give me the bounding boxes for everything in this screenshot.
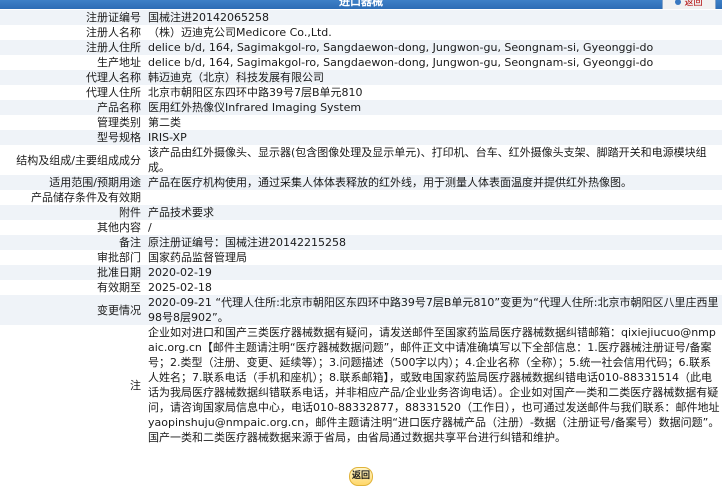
field-label: 型号规格 bbox=[0, 130, 143, 145]
field-label: 审批部门 bbox=[0, 250, 143, 265]
device-info-table: 注册证编号 国械注进20142065258 注册人名称 （株）迈迪克公司Medi… bbox=[0, 10, 722, 445]
field-label: 生产地址 bbox=[0, 55, 143, 70]
field-label: 有效期至 bbox=[0, 280, 143, 295]
page-title: 进口器械 bbox=[339, 0, 383, 8]
back-top-button[interactable]: 返回 bbox=[662, 0, 716, 9]
back-icon bbox=[675, 0, 682, 5]
table-row: 附件 产品技术要求 bbox=[0, 205, 722, 220]
table-row: 代理人名称 韩迈迪克（北京）科技发展有限公司 bbox=[0, 70, 722, 85]
field-value: 韩迈迪克（北京）科技发展有限公司 bbox=[143, 70, 722, 85]
field-label: 注册人名称 bbox=[0, 25, 143, 40]
field-label: 管理类别 bbox=[0, 115, 143, 130]
field-value: 产品技术要求 bbox=[143, 205, 722, 220]
field-label: 备注 bbox=[0, 235, 143, 250]
field-value: IRIS-XP bbox=[143, 130, 722, 145]
table-row: 生产地址 delice b/d, 164, Sagimakgol-ro, San… bbox=[0, 55, 722, 70]
field-label: 适用范围/预期用途 bbox=[0, 175, 143, 190]
field-value: 产品在医疗机构使用，通过采集人体体表释放的红外线，用于测量人体表面温度并提供红外… bbox=[143, 175, 722, 190]
field-label: 其他内容 bbox=[0, 220, 143, 235]
field-value: / bbox=[143, 220, 722, 235]
back-top-label: 返回 bbox=[684, 0, 703, 8]
field-value: 第二类 bbox=[143, 115, 722, 130]
field-label: 结构及组成/主要组成成分 bbox=[0, 145, 143, 175]
field-label: 变更情况 bbox=[0, 295, 143, 325]
field-label: 批准日期 bbox=[0, 265, 143, 280]
field-label: 产品储存条件及有效期 bbox=[0, 190, 143, 205]
table-row: 注册人名称 （株）迈迪克公司Medicore Co.,Ltd. bbox=[0, 25, 722, 40]
table-row: 注 企业如对进口和国产三类医疗器械数据有疑问，请发送邮件至国家药监局医疗器械数据… bbox=[0, 325, 722, 445]
field-label: 注册证编号 bbox=[0, 10, 143, 25]
field-label: 注 bbox=[0, 325, 143, 445]
table-row: 有效期至 2025-02-18 bbox=[0, 280, 722, 295]
field-value: 2020-02-19 bbox=[143, 265, 722, 280]
field-value: 国家药品监督管理局 bbox=[143, 250, 722, 265]
back-button[interactable]: 返回 bbox=[349, 467, 373, 486]
table-row: 产品储存条件及有效期 bbox=[0, 190, 722, 205]
field-value: 该产品由红外摄像头、显示器(包含图像处理及显示单元)、打印机、台车、红外摄像头支… bbox=[143, 145, 722, 175]
title-bar: 进口器械 返回 bbox=[0, 0, 722, 9]
table-row: 注册证编号 国械注进20142065258 bbox=[0, 10, 722, 25]
field-value: 医用红外热像仪Infrared Imaging System bbox=[143, 100, 722, 115]
field-label: 产品名称 bbox=[0, 100, 143, 115]
field-label: 注册人住所 bbox=[0, 40, 143, 55]
field-label: 附件 bbox=[0, 205, 143, 220]
table-row: 批准日期 2020-02-19 bbox=[0, 265, 722, 280]
table-row: 结构及组成/主要组成成分 该产品由红外摄像头、显示器(包含图像处理及显示单元)、… bbox=[0, 145, 722, 175]
table-row: 适用范围/预期用途 产品在医疗机构使用，通过采集人体体表释放的红外线，用于测量人… bbox=[0, 175, 722, 190]
table-row: 审批部门 国家药品监督管理局 bbox=[0, 250, 722, 265]
field-value: 2025-02-18 bbox=[143, 280, 722, 295]
table-row: 注册人住所 delice b/d, 164, Sagimakgol-ro, Sa… bbox=[0, 40, 722, 55]
field-label: 代理人住所 bbox=[0, 85, 143, 100]
field-value: 2020-09-21 “代理人住所:北京市朝阳区东四环中路39号7层B单元810… bbox=[143, 295, 722, 325]
field-value: delice b/d, 164, Sagimakgol-ro, Sangdaew… bbox=[143, 40, 722, 55]
table-row: 备注 原注册证编号：国械注进20142215258 bbox=[0, 235, 722, 250]
field-value: 国械注进20142065258 bbox=[143, 10, 722, 25]
footer: 返回 bbox=[0, 467, 722, 486]
field-value: 北京市朝阳区东四环中路39号7层B单元810 bbox=[143, 85, 722, 100]
table-row: 型号规格 IRIS-XP bbox=[0, 130, 722, 145]
table-row: 产品名称 医用红外热像仪Infrared Imaging System bbox=[0, 100, 722, 115]
table-row: 代理人住所 北京市朝阳区东四环中路39号7层B单元810 bbox=[0, 85, 722, 100]
table-row: 其他内容 / bbox=[0, 220, 722, 235]
field-value: 原注册证编号：国械注进20142215258 bbox=[143, 235, 722, 250]
field-label: 代理人名称 bbox=[0, 70, 143, 85]
field-value: （株）迈迪克公司Medicore Co.,Ltd. bbox=[143, 25, 722, 40]
field-value bbox=[143, 190, 722, 205]
field-value: 企业如对进口和国产三类医疗器械数据有疑问，请发送邮件至国家药监局医疗器械数据纠错… bbox=[143, 325, 722, 445]
field-value: delice b/d, 164, Sagimakgol-ro, Sangdaew… bbox=[143, 55, 722, 70]
table-row: 管理类别 第二类 bbox=[0, 115, 722, 130]
table-row: 变更情况 2020-09-21 “代理人住所:北京市朝阳区东四环中路39号7层B… bbox=[0, 295, 722, 325]
